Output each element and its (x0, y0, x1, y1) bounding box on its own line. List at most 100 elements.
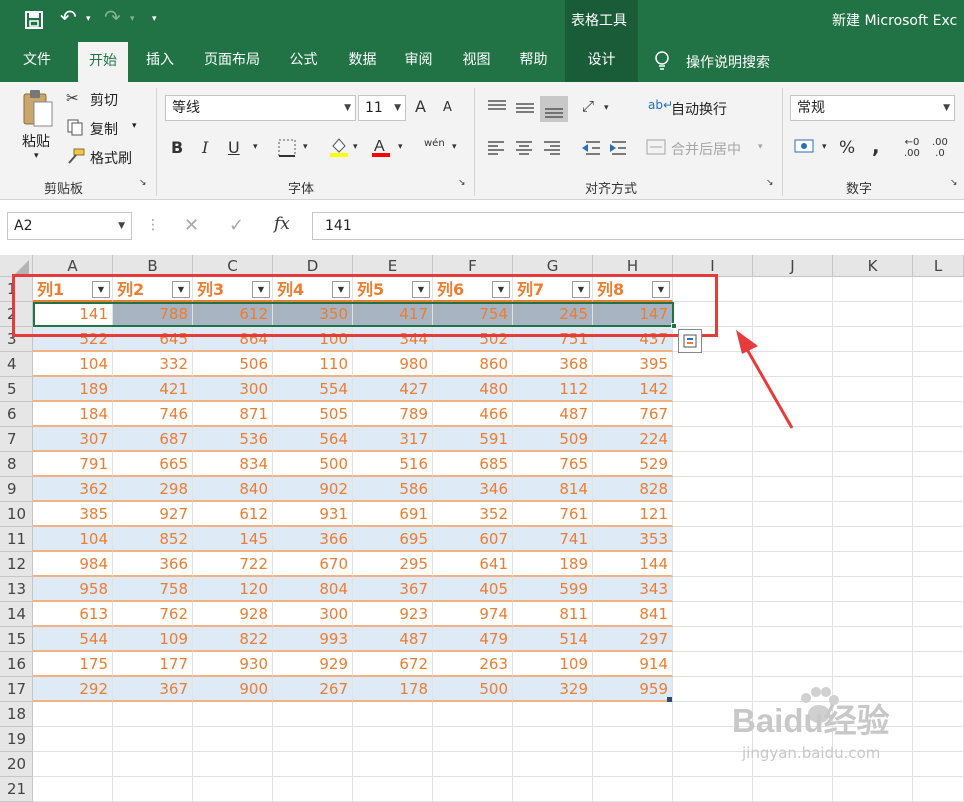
table-cell[interactable]: 902 (273, 477, 353, 502)
empty-cell[interactable] (353, 752, 433, 777)
empty-cell[interactable] (513, 702, 593, 727)
empty-cell[interactable] (913, 452, 964, 477)
empty-cell[interactable] (753, 552, 833, 577)
empty-cell[interactable] (433, 752, 513, 777)
table-cell[interactable]: 722 (193, 552, 273, 577)
table-cell[interactable]: 506 (193, 352, 273, 377)
table-cell[interactable]: 804 (273, 577, 353, 602)
empty-cell[interactable] (753, 502, 833, 527)
border-icon[interactable] (278, 139, 296, 157)
empty-cell[interactable] (753, 577, 833, 602)
table-cell[interactable]: 599 (513, 577, 593, 602)
table-cell[interactable]: 980 (353, 352, 433, 377)
empty-cell[interactable] (273, 727, 353, 752)
empty-cell[interactable] (513, 777, 593, 802)
column-header-k[interactable]: K (833, 255, 913, 277)
table-cell[interactable]: 765 (513, 452, 593, 477)
table-cell[interactable]: 353 (593, 527, 673, 552)
shrink-font-icon[interactable]: A (443, 100, 452, 115)
increase-decimal-button[interactable]: ←0.00 (904, 137, 920, 159)
font-color-dropdown-icon[interactable]: ▾ (398, 142, 403, 152)
tab-4[interactable]: 公式 (278, 38, 329, 82)
empty-cell[interactable] (33, 752, 113, 777)
row-header-17[interactable]: 17 (0, 677, 33, 702)
row-header-14[interactable]: 14 (0, 602, 33, 627)
empty-cell[interactable] (753, 477, 833, 502)
table-cell[interactable]: 405 (433, 577, 513, 602)
table-cell[interactable]: 516 (353, 452, 433, 477)
table-cell[interactable]: 931 (273, 502, 353, 527)
empty-cell[interactable] (753, 452, 833, 477)
table-cell[interactable]: 332 (113, 352, 193, 377)
table-cell[interactable]: 767 (593, 402, 673, 427)
table-cell[interactable]: 104 (33, 352, 113, 377)
enter-icon[interactable]: ✓ (229, 215, 244, 236)
empty-cell[interactable] (113, 777, 193, 802)
tab-0[interactable]: 文件 (19, 38, 55, 82)
cut-icon[interactable]: ✂ (66, 89, 79, 107)
clipboard-launcher-icon[interactable]: ↘ (139, 178, 147, 188)
empty-cell[interactable] (353, 777, 433, 802)
number-format-select[interactable]: 常规 ▼ (790, 95, 955, 121)
empty-cell[interactable] (753, 777, 833, 802)
empty-cell[interactable] (673, 527, 753, 552)
undo-icon[interactable]: ↶ (60, 5, 77, 29)
table-cell[interactable]: 366 (273, 527, 353, 552)
table-cell[interactable]: 687 (113, 427, 193, 452)
empty-cell[interactable] (673, 477, 753, 502)
empty-cell[interactable] (913, 652, 964, 677)
empty-cell[interactable] (913, 377, 964, 402)
merge-center-button[interactable]: 合并后居中 (671, 139, 741, 159)
table-cell[interactable]: 300 (193, 377, 273, 402)
column-header-l[interactable]: L (913, 255, 964, 277)
table-cell[interactable]: 421 (113, 377, 193, 402)
tell-me-search[interactable]: 操作说明搜索 (686, 52, 770, 72)
empty-cell[interactable] (913, 277, 964, 302)
table-cell[interactable]: 367 (353, 577, 433, 602)
empty-cell[interactable] (273, 777, 353, 802)
table-cell[interactable]: 900 (193, 677, 273, 702)
table-cell[interactable]: 923 (353, 602, 433, 627)
table-cell[interactable]: 178 (353, 677, 433, 702)
empty-cell[interactable] (593, 727, 673, 752)
table-cell[interactable]: 691 (353, 502, 433, 527)
currency-icon[interactable] (794, 137, 816, 157)
save-icon[interactable] (24, 10, 44, 30)
row-header-19[interactable]: 19 (0, 727, 33, 752)
empty-cell[interactable] (673, 777, 753, 802)
table-cell[interactable]: 761 (513, 502, 593, 527)
row-header-5[interactable]: 5 (0, 377, 33, 402)
insert-function-icon[interactable]: fx (274, 214, 290, 234)
fill-color-icon[interactable] (329, 136, 349, 158)
empty-cell[interactable] (193, 777, 273, 802)
empty-cell[interactable] (833, 602, 913, 627)
table-cell[interactable]: 930 (193, 652, 273, 677)
table-cell[interactable]: 110 (273, 352, 353, 377)
table-cell[interactable]: 177 (113, 652, 193, 677)
table-cell[interactable]: 841 (593, 602, 673, 627)
format-painter-icon[interactable] (66, 147, 86, 165)
empty-cell[interactable] (33, 777, 113, 802)
empty-cell[interactable] (753, 627, 833, 652)
row-header-21[interactable]: 21 (0, 777, 33, 802)
table-cell[interactable]: 822 (193, 627, 273, 652)
currency-dropdown-icon[interactable]: ▾ (822, 142, 827, 152)
redo-icon[interactable]: ↷ (104, 5, 121, 29)
tab-2[interactable]: 插入 (134, 38, 186, 82)
empty-cell[interactable] (513, 752, 593, 777)
empty-cell[interactable] (433, 702, 513, 727)
wrap-text-button[interactable]: 自动换行 (671, 99, 727, 119)
table-cell[interactable]: 544 (33, 627, 113, 652)
table-cell[interactable]: 297 (593, 627, 673, 652)
table-cell[interactable]: 267 (273, 677, 353, 702)
table-cell[interactable]: 300 (273, 602, 353, 627)
table-cell[interactable]: 791 (33, 452, 113, 477)
table-cell[interactable]: 175 (33, 652, 113, 677)
empty-cell[interactable] (753, 277, 833, 302)
row-header-6[interactable]: 6 (0, 402, 33, 427)
empty-cell[interactable] (193, 752, 273, 777)
table-cell[interactable]: 811 (513, 602, 593, 627)
table-cell[interactable]: 564 (273, 427, 353, 452)
empty-cell[interactable] (913, 527, 964, 552)
tab-3[interactable]: 页面布局 (193, 38, 271, 82)
